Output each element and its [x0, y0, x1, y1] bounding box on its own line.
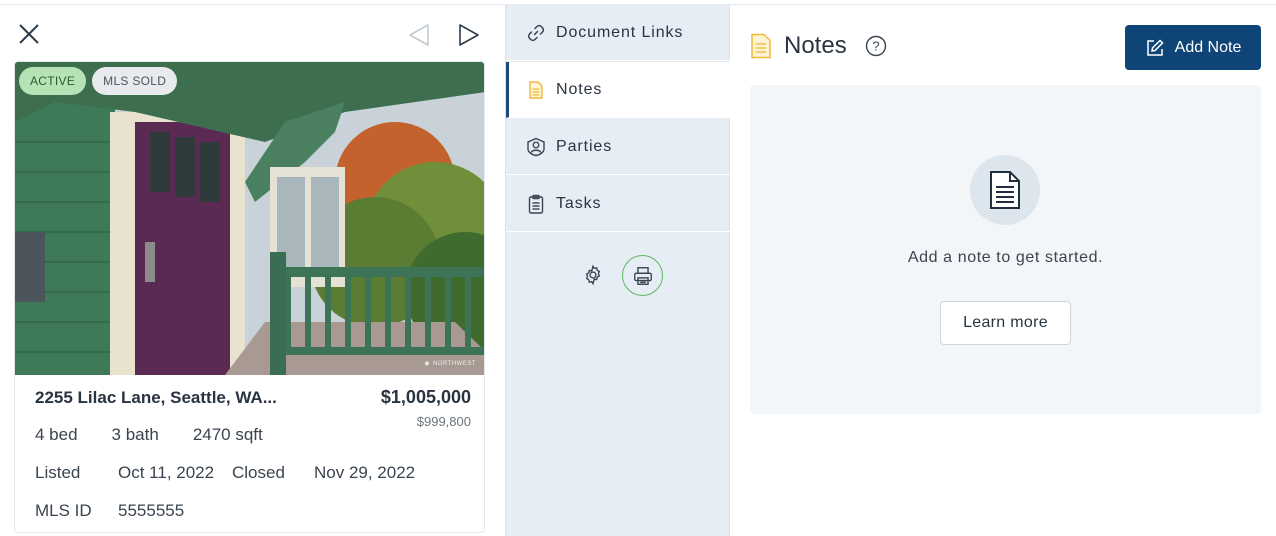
close-icon	[19, 24, 39, 44]
listed-label: Listed	[35, 463, 81, 482]
listing-price: $1,005,000	[380, 387, 471, 407]
original-price: $999,800	[416, 414, 471, 429]
bath-count: 3 bath	[111, 425, 159, 444]
listing-specs: 4 bed 3 bath 2470 sqft	[35, 425, 297, 445]
notes-content: Notes ? Add Note Add a note to get start…	[730, 5, 1276, 536]
section-nav: Document Links Notes Parties Tasks	[505, 5, 730, 536]
edit-icon	[1146, 38, 1164, 56]
add-note-button[interactable]: Add Note	[1125, 25, 1261, 70]
mls-id-value: 5555555	[118, 501, 185, 520]
photo-watermark: ◉ NORTHWEST	[424, 360, 476, 368]
nav-item-parties[interactable]: Parties	[506, 119, 730, 175]
printer-icon	[633, 266, 652, 285]
watermark-logo-icon: ◉	[424, 361, 430, 367]
previous-listing-button[interactable]	[406, 22, 432, 48]
svg-text:?: ?	[872, 39, 879, 54]
house-porch-image	[15, 62, 484, 375]
closed-label: Closed	[232, 463, 285, 482]
close-button[interactable]	[16, 21, 42, 47]
clipboard-icon	[526, 194, 546, 214]
mls-sold-badge: MLS SOLD	[92, 67, 178, 95]
nav-label-tasks: Tasks	[556, 194, 602, 212]
triangle-right-icon	[459, 24, 479, 46]
page-title: Notes	[784, 32, 847, 59]
nav-label-notes: Notes	[556, 80, 603, 98]
watermark-text: NORTHWEST	[432, 360, 476, 367]
listed-date: Oct 11, 2022	[118, 463, 215, 482]
next-listing-button[interactable]	[456, 22, 482, 48]
print-button[interactable]	[622, 255, 663, 296]
note-icon	[751, 33, 771, 59]
closed-date: Nov 29, 2022	[314, 463, 416, 482]
note-icon	[526, 80, 546, 100]
nav-label-parties: Parties	[556, 137, 613, 155]
link-icon	[526, 23, 546, 43]
add-note-label: Add Note	[1174, 38, 1242, 56]
nav-item-notes[interactable]: Notes	[506, 62, 730, 118]
active-status-badge: ACTIVE	[19, 67, 87, 95]
empty-state-icon-circle	[970, 155, 1040, 225]
help-icon[interactable]: ?	[865, 35, 887, 57]
nav-tools	[506, 255, 730, 296]
listing-address[interactable]: 2255 Lilac Lane, Seattle, WA...	[35, 388, 315, 408]
empty-state-message: Add a note to get started.	[907, 249, 1104, 266]
nav-item-document-links[interactable]: Document Links	[506, 5, 730, 61]
triangle-left-icon	[409, 24, 429, 46]
square-footage: 2470 sqft	[192, 425, 263, 444]
status-badges: ACTIVE MLS SOLD	[19, 67, 178, 95]
notes-empty-state: Add a note to get started. Learn more	[750, 85, 1261, 414]
gear-icon	[585, 264, 601, 286]
bed-count: 4 bed	[35, 425, 78, 444]
mls-id-label: MLS ID	[35, 501, 92, 520]
document-icon	[990, 171, 1020, 209]
listing-photo[interactable]: ACTIVE MLS SOLD ◉ NORTHWEST	[15, 62, 484, 375]
learn-more-button[interactable]: Learn more	[940, 301, 1071, 345]
notes-header: Notes ?	[750, 32, 887, 60]
listing-panel: ACTIVE MLS SOLD ◉ NORTHWEST 2255 Lilac L…	[0, 5, 505, 536]
person-icon	[526, 137, 546, 157]
nav-label-document-links: Document Links	[556, 23, 684, 41]
listing-card: ACTIVE MLS SOLD ◉ NORTHWEST 2255 Lilac L…	[14, 61, 485, 533]
settings-button[interactable]	[579, 261, 607, 289]
listing-info: 2255 Lilac Lane, Seattle, WA... $1,005,0…	[15, 375, 484, 532]
nav-item-tasks[interactable]: Tasks	[506, 176, 730, 232]
